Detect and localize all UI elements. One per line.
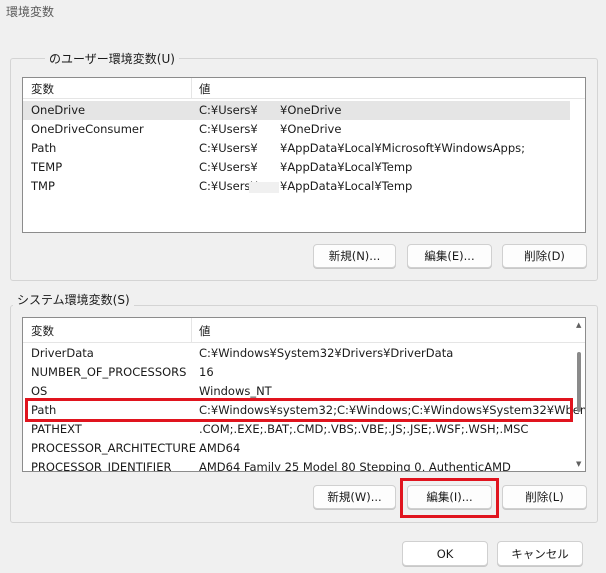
user-delete-button[interactable]: 削除(D) (502, 244, 587, 268)
user-variables-list[interactable]: 変数 値 OneDrive C:¥Users¥ ¥OneDrive OneDri… (22, 77, 586, 233)
row-value-prefix: C:¥Users¥ (199, 103, 258, 117)
row-value-suffix: ¥AppData¥Local¥Temp (280, 179, 413, 193)
system-delete-button[interactable]: 削除(L) (502, 485, 587, 509)
row-value: AMD64 (199, 441, 241, 455)
row-variable: TMP (31, 179, 55, 193)
row-value: AMD64 Family 25 Model 80 Stepping 0, Aut… (199, 460, 511, 472)
system-column-value[interactable]: 値 (199, 323, 211, 339)
system-row-pathext[interactable]: PATHEXT .COM;.EXE;.BAT;.CMD;.VBS;.VBE;.J… (23, 420, 570, 439)
scroll-down-arrow-icon[interactable]: ▼ (576, 460, 581, 468)
system-row-path[interactable]: Path C:¥Windows¥system32;C:¥Windows;C:¥W… (23, 401, 585, 420)
user-variables-group-label: のユーザー環境変数(U) (45, 50, 179, 67)
user-row-onedriveconsumer[interactable]: OneDriveConsumer C:¥Users¥ ¥OneDrive (23, 120, 570, 139)
row-variable: PATHEXT (31, 422, 82, 436)
row-value-suffix: ¥AppData¥Local¥Microsoft¥WindowsApps; (280, 141, 525, 155)
system-row-os[interactable]: OS Windows_NT (23, 382, 570, 401)
row-variable: NUMBER_OF_PROCESSORS (31, 365, 187, 379)
user-row-temp[interactable]: TEMP C:¥Users¥ ¥AppData¥Local¥Temp (23, 158, 570, 177)
row-value-prefix: C:¥Users¥ (199, 160, 258, 174)
row-variable: PROCESSOR_IDENTIFIER (31, 460, 172, 472)
user-row-onedrive[interactable]: OneDrive C:¥Users¥ ¥OneDrive (23, 101, 570, 120)
row-value: C:¥Windows¥System32¥Drivers¥DriverData (199, 346, 454, 360)
row-value-suffix: ¥AppData¥Local¥Temp (280, 160, 413, 174)
row-value: C:¥Windows¥system32;C:¥Windows;C:¥Window… (199, 403, 586, 417)
row-variable: Path (31, 403, 57, 417)
user-column-variable[interactable]: 変数 (31, 81, 54, 97)
row-variable: OS (31, 384, 48, 398)
system-row-processor-identifier[interactable]: PROCESSOR_IDENTIFIER AMD64 Family 25 Mod… (23, 458, 570, 472)
system-row-driverdata[interactable]: DriverData C:¥Windows¥System32¥Drivers¥D… (23, 344, 570, 363)
row-variable: PROCESSOR_ARCHITECTURE (31, 441, 197, 455)
system-new-button[interactable]: 新規(W)... (313, 485, 396, 509)
system-list-header: 変数 値 (23, 318, 585, 343)
ok-button[interactable]: OK (402, 541, 488, 566)
system-row-processor-architecture[interactable]: PROCESSOR_ARCHITECTURE AMD64 (23, 439, 570, 458)
row-variable: DriverData (31, 346, 94, 360)
system-list-scrollbar[interactable]: ▲ ▼ (573, 318, 585, 471)
system-row-number-of-processors[interactable]: NUMBER_OF_PROCESSORS 16 (23, 363, 570, 382)
user-row-tmp[interactable]: TMP C:¥Users¥ ¥AppData¥Local¥Temp (23, 177, 570, 196)
row-variable: TEMP (31, 160, 63, 174)
user-row-path[interactable]: Path C:¥Users¥ ¥AppData¥Local¥Microsoft¥… (23, 139, 570, 158)
redacted-username (249, 182, 279, 193)
window-title: 環境変数 (6, 5, 55, 19)
column-divider[interactable] (191, 318, 192, 343)
cancel-button[interactable]: キャンセル (497, 541, 583, 566)
user-edit-button[interactable]: 編集(E)... (407, 244, 492, 268)
row-variable: OneDrive (31, 103, 86, 117)
system-variables-group-label: システム環境変数(S) (13, 291, 134, 308)
column-divider[interactable] (191, 78, 192, 99)
row-value-suffix: ¥OneDrive (280, 103, 342, 117)
row-value: Windows_NT (199, 384, 272, 398)
scroll-up-arrow-icon[interactable]: ▲ (576, 321, 581, 329)
row-variable: Path (31, 141, 57, 155)
row-value-suffix: ¥OneDrive (280, 122, 342, 136)
row-value: .COM;.EXE;.BAT;.CMD;.VBS;.VBE;.JS;.JSE;.… (199, 422, 529, 436)
system-edit-button[interactable]: 編集(I)... (407, 485, 492, 509)
user-list-header: 変数 値 (23, 78, 585, 99)
system-column-variable[interactable]: 変数 (31, 323, 54, 339)
row-value-prefix: C:¥Users¥ (199, 122, 258, 136)
user-new-button[interactable]: 新規(N)... (313, 244, 396, 268)
scrollbar-thumb[interactable] (577, 352, 581, 412)
system-variables-list[interactable]: 変数 値 DriverData C:¥Windows¥System32¥Driv… (22, 317, 586, 472)
user-column-value[interactable]: 値 (199, 81, 211, 97)
row-variable: OneDriveConsumer (31, 122, 144, 136)
row-value-prefix: C:¥Users¥ (199, 141, 258, 155)
row-value: 16 (199, 365, 214, 379)
